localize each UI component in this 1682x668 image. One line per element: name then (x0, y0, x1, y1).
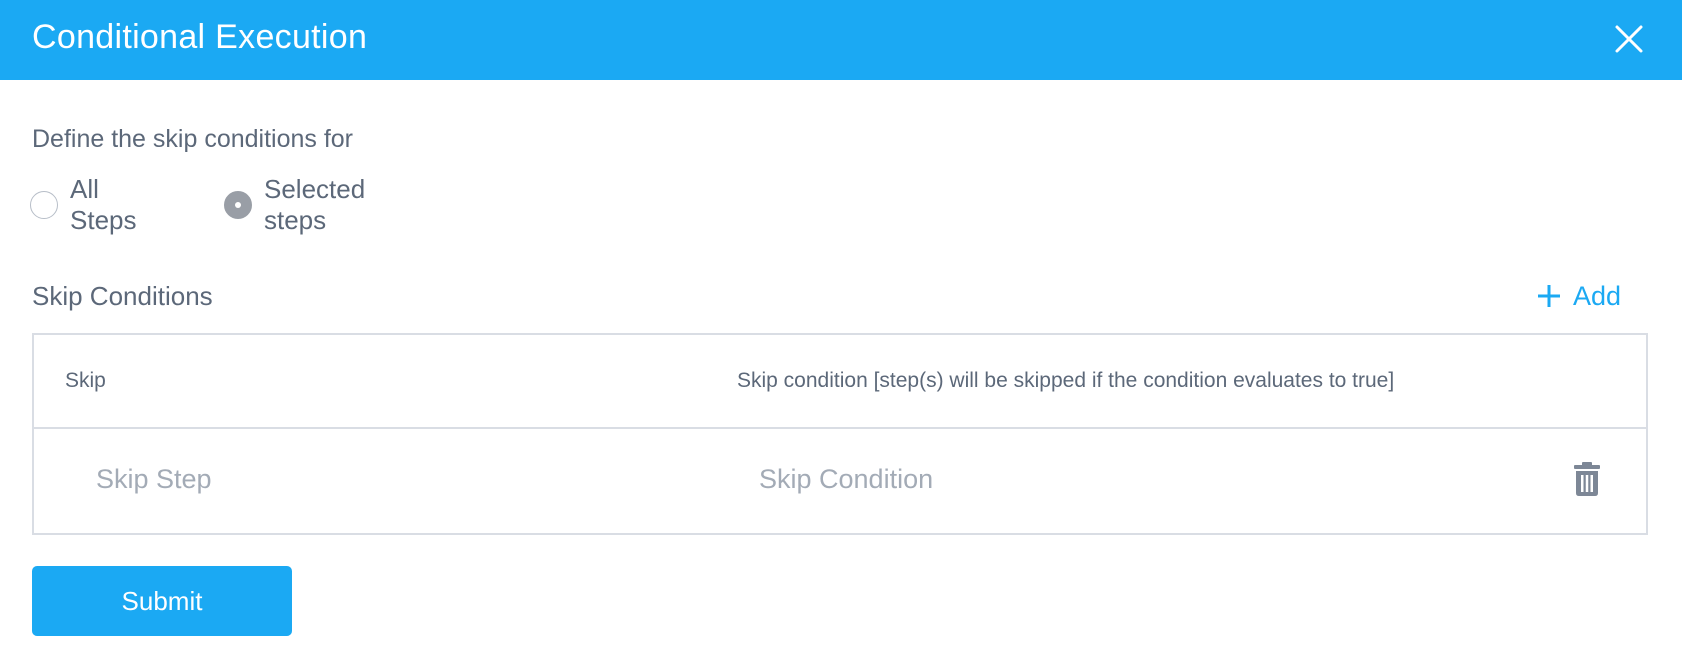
radio-selected-steps[interactable]: Selected steps (224, 174, 365, 235)
skip-conditions-table: Skip Skip condition [step(s) will be ski… (32, 333, 1648, 535)
column-header-skip: Skip (65, 369, 106, 392)
skip-step-input[interactable] (96, 451, 656, 507)
table-row (34, 429, 1646, 533)
radio-label-all-steps: All Steps (70, 174, 137, 235)
scope-prompt: Define the skip conditions for (32, 125, 354, 153)
close-button[interactable] (1612, 22, 1646, 56)
radio-all-steps[interactable]: All Steps (30, 174, 137, 235)
add-label: Add (1573, 280, 1622, 311)
delete-row-button[interactable] (1573, 462, 1601, 496)
submit-button[interactable]: Submit (32, 566, 292, 636)
dialog-header: Conditional Execution (0, 0, 1682, 80)
table-header: Skip Skip condition [step(s) will be ski… (34, 335, 1646, 429)
column-header-skip-condition: Skip condition [step(s) will be skipped … (737, 369, 1395, 392)
radio-circle-checked[interactable] (224, 191, 252, 219)
trash-icon (1573, 462, 1601, 496)
skip-conditions-title: Skip Conditions (32, 281, 213, 311)
radio-label-selected-steps: Selected steps (264, 174, 366, 235)
add-condition-button[interactable]: Add (1537, 279, 1621, 313)
plus-icon (1537, 284, 1561, 308)
dialog-title: Conditional Execution (32, 18, 368, 56)
skip-condition-input[interactable] (759, 451, 1459, 507)
close-icon (1612, 22, 1646, 56)
radio-circle-unchecked[interactable] (30, 191, 58, 219)
